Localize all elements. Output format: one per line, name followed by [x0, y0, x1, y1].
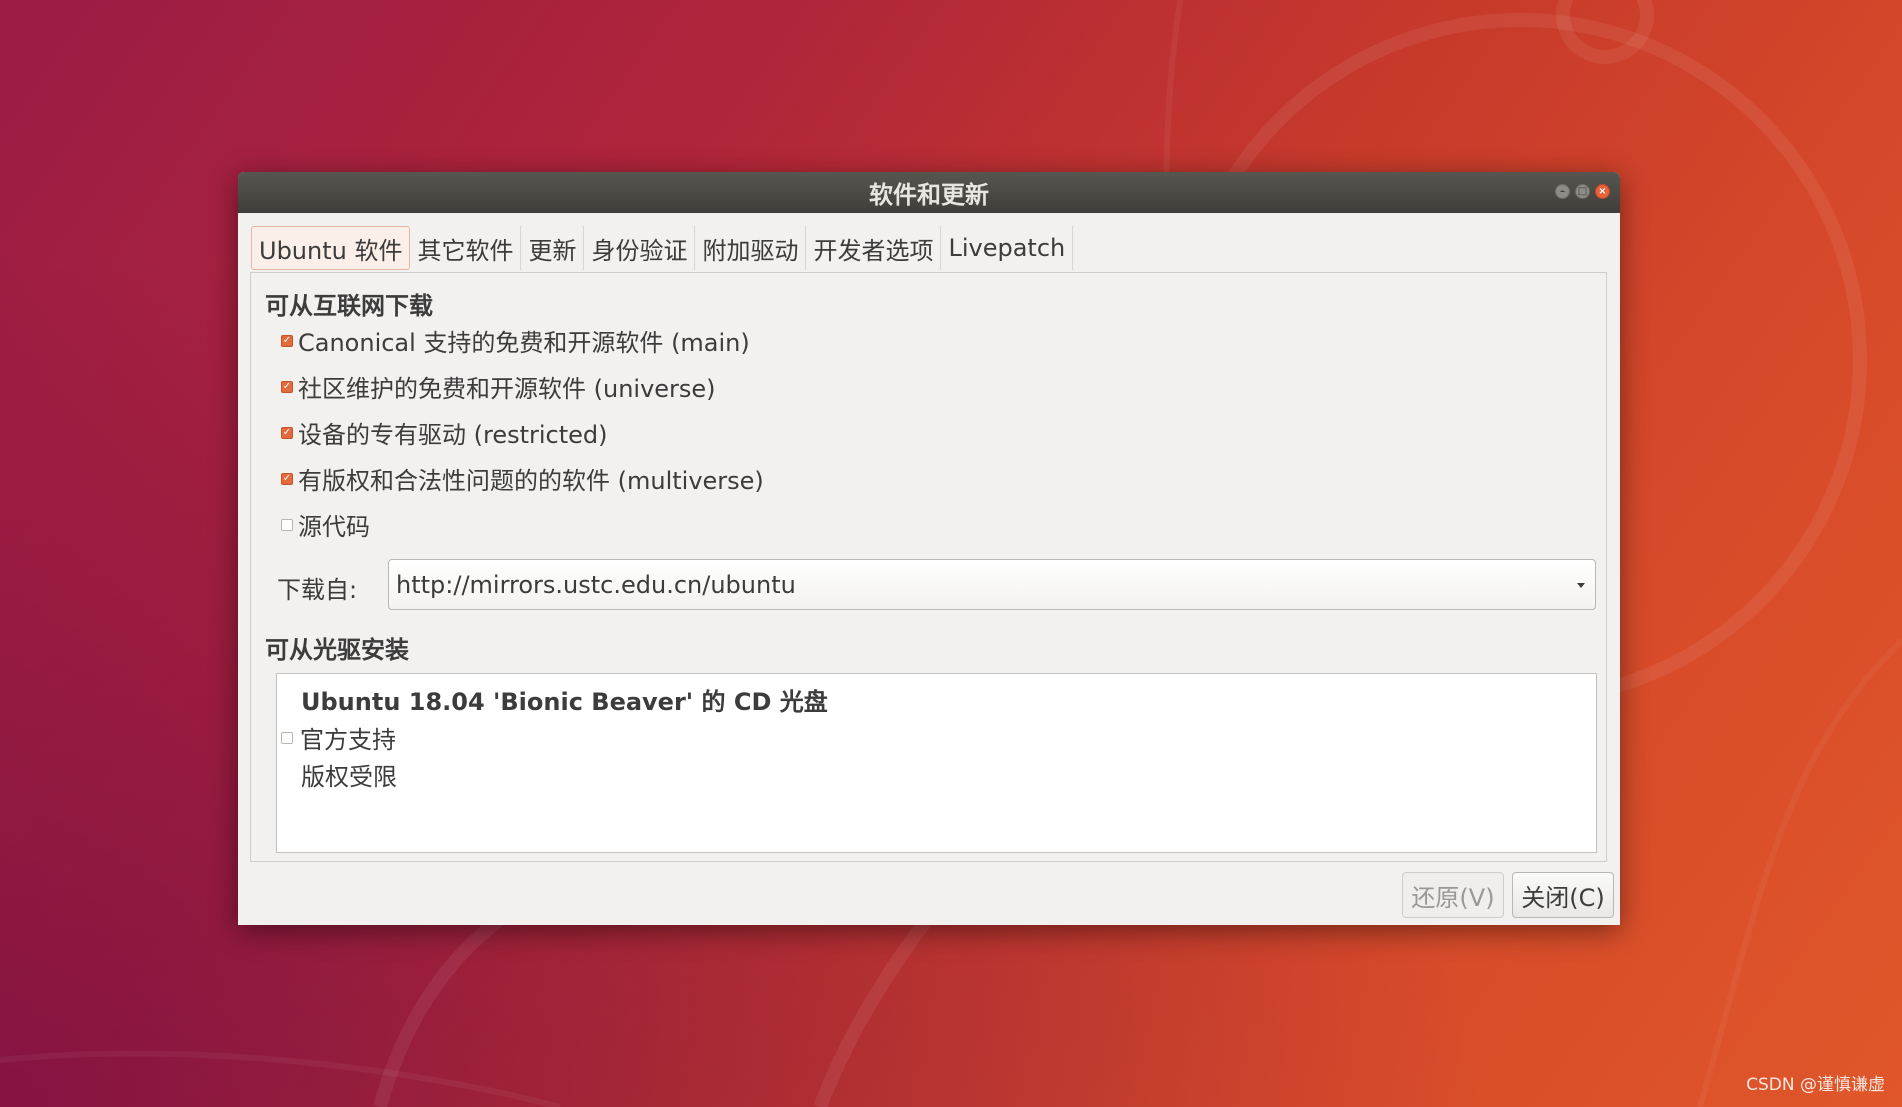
checkbox-checked-icon[interactable]: ✓ — [281, 334, 293, 347]
option-source-code-label: 源代码 — [298, 513, 370, 541]
cdrom-list: Ubuntu 18.04 'Bionic Beaver' 的 CD 光盘 官方支… — [276, 673, 1597, 853]
tab-livepatch[interactable]: Livepatch — [941, 226, 1074, 270]
checkbox-unchecked-icon[interactable] — [281, 518, 293, 531]
download-server-value: http://mirrors.ustc.edu.cn/ubuntu — [396, 570, 796, 599]
cd-restricted-label: 版权受限 — [301, 763, 397, 791]
option-restricted-label: 设备的专有驱动 (restricted) — [298, 421, 608, 449]
tab-other-software[interactable]: 其它软件 — [410, 226, 522, 270]
option-main[interactable]: ✓ Canonical 支持的免费和开源软件 (main) — [281, 323, 750, 358]
checkbox-checked-icon[interactable]: ✓ — [281, 380, 293, 393]
ubuntu-software-panel: 可从互联网下载 ✓ Canonical 支持的免费和开源软件 (main) ✓ … — [250, 272, 1607, 862]
checkbox-checked-icon[interactable]: ✓ — [281, 472, 293, 485]
revert-button[interactable]: 还原(V) — [1402, 872, 1504, 918]
tab-updates[interactable]: 更新 — [521, 226, 585, 270]
option-source-code[interactable]: 源代码 — [281, 507, 370, 542]
internet-section-title: 可从互联网下载 — [265, 292, 433, 320]
option-universe-label: 社区维护的免费和开源软件 (universe) — [298, 375, 716, 403]
window-controls: – □ × — [1555, 184, 1610, 199]
download-from-label: 下载自: — [277, 576, 358, 604]
option-multiverse[interactable]: ✓ 有版权和合法性问题的的软件 (multiverse) — [281, 461, 764, 496]
option-restricted[interactable]: ✓ 设备的专有驱动 (restricted) — [281, 415, 608, 450]
tab-additional-drivers[interactable]: 附加驱动 — [695, 226, 807, 270]
cd-official-option[interactable]: 官方支持 — [281, 720, 396, 755]
checkbox-checked-icon[interactable]: ✓ — [281, 426, 293, 439]
dropdown-arrow-icon — [1577, 583, 1585, 588]
window-title: 软件和更新 — [869, 181, 989, 209]
option-multiverse-label: 有版权和合法性问题的的软件 (multiverse) — [298, 467, 764, 495]
watermark: CSDN @谨慎谦虚 — [1746, 1075, 1885, 1095]
title-bar[interactable]: 软件和更新 – □ × — [238, 172, 1620, 213]
minimize-icon[interactable]: – — [1555, 184, 1570, 199]
download-server-select[interactable]: http://mirrors.ustc.edu.cn/ubuntu — [388, 559, 1596, 610]
tab-developer-options[interactable]: 开发者选项 — [806, 226, 942, 270]
maximize-icon[interactable]: □ — [1575, 184, 1590, 199]
cd-official-label: 官方支持 — [300, 726, 396, 754]
cd-disc-name: Ubuntu 18.04 'Bionic Beaver' 的 CD 光盘 — [301, 688, 828, 716]
option-main-label: Canonical 支持的免费和开源软件 (main) — [298, 329, 750, 357]
cdrom-section-title: 可从光驱安装 — [265, 636, 409, 664]
tab-authentication[interactable]: 身份验证 — [584, 226, 696, 270]
checkbox-unchecked-icon[interactable] — [281, 731, 293, 744]
software-updates-window: 软件和更新 – □ × Ubuntu 软件 其它软件 更新 身份验证 附加驱动 … — [238, 172, 1620, 925]
option-universe[interactable]: ✓ 社区维护的免费和开源软件 (universe) — [281, 369, 716, 404]
close-icon[interactable]: × — [1595, 184, 1610, 199]
close-button[interactable]: 关闭(C) — [1512, 872, 1614, 918]
tab-ubuntu-software[interactable]: Ubuntu 软件 — [251, 226, 411, 270]
tab-bar: Ubuntu 软件 其它软件 更新 身份验证 附加驱动 开发者选项 Livepa… — [251, 226, 1074, 270]
